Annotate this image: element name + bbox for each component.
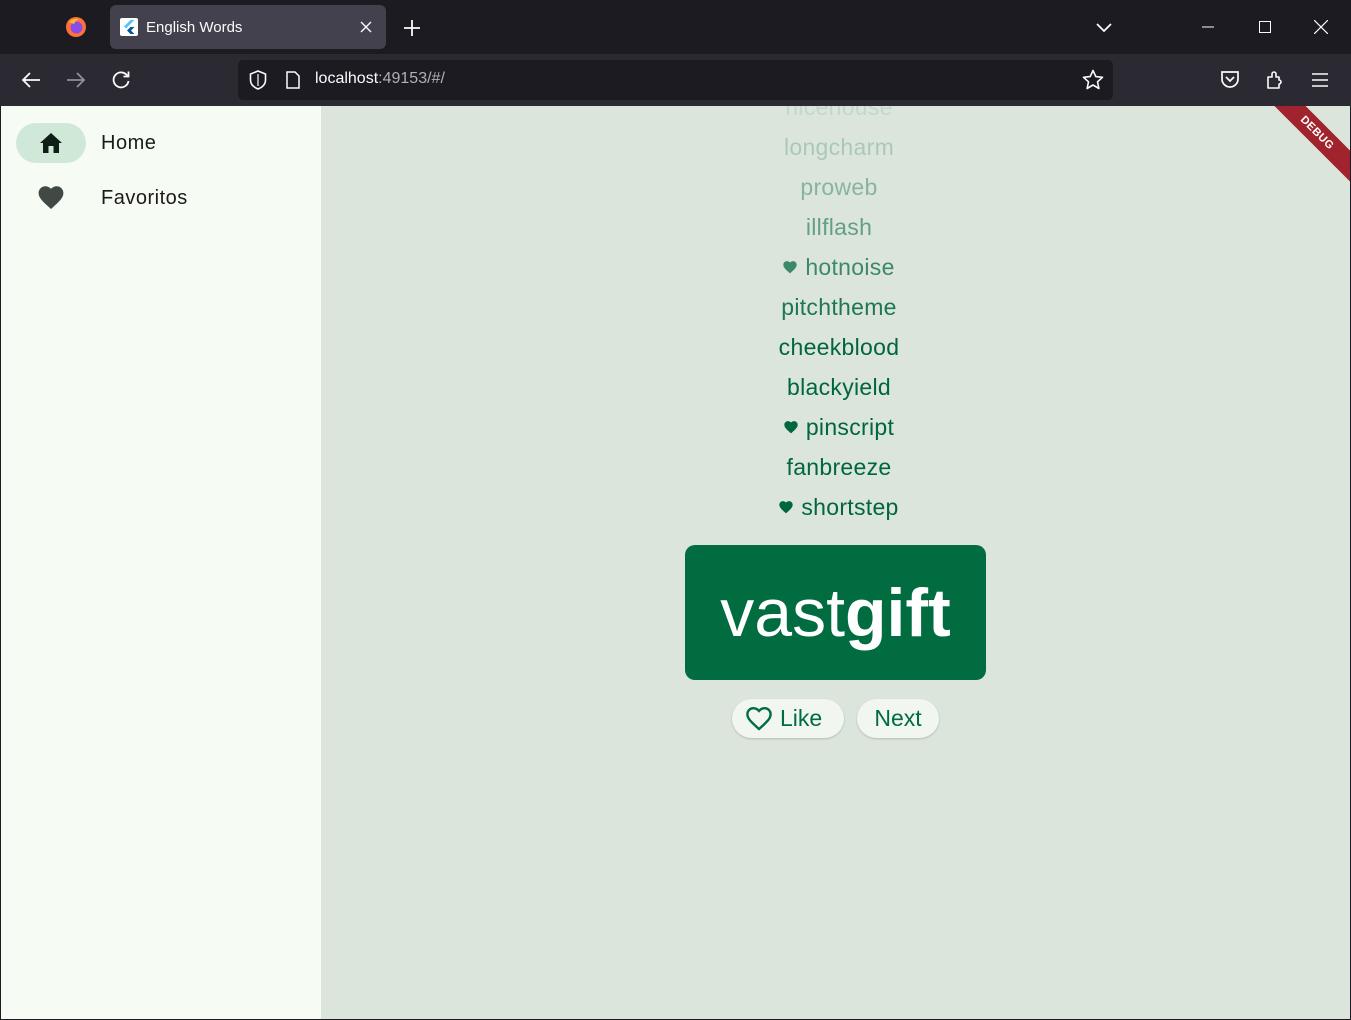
word-pair-card: vastgift bbox=[685, 545, 986, 680]
heart-icon bbox=[784, 420, 798, 434]
flutter-icon bbox=[120, 18, 138, 36]
rail-item-home[interactable]: Home bbox=[16, 123, 156, 163]
rail-indicator bbox=[16, 178, 86, 218]
like-button[interactable]: Like bbox=[732, 699, 844, 738]
page-info-icon[interactable] bbox=[282, 69, 304, 91]
history-item[interactable]: pitchtheme bbox=[321, 287, 1350, 327]
history-word: hotnoise bbox=[805, 253, 895, 280]
generator-page: nicehouse longcharm proweb illflash hotn… bbox=[321, 106, 1350, 1019]
app-viewport: Home Favoritos nicehouse longcharm prowe… bbox=[1, 106, 1350, 1019]
close-tab-icon[interactable] bbox=[354, 15, 378, 39]
maximize-icon[interactable] bbox=[1237, 0, 1293, 54]
history-word: longcharm bbox=[783, 133, 895, 160]
url-text[interactable]: localhost:49153/#/ bbox=[315, 70, 445, 88]
new-tab-icon[interactable] bbox=[398, 14, 426, 42]
back-arrow-icon[interactable] bbox=[16, 65, 46, 95]
history-item[interactable]: blackyield bbox=[321, 367, 1350, 407]
navigation-rail: Home Favoritos bbox=[1, 106, 321, 1019]
history-word: pitchtheme bbox=[781, 293, 897, 320]
shield-icon[interactable] bbox=[247, 69, 269, 91]
url-bar[interactable]: localhost:49153/#/ bbox=[238, 60, 1113, 100]
history-item[interactable]: nicehouse bbox=[321, 106, 1350, 127]
word-pair: vastgift bbox=[720, 574, 950, 652]
history-item[interactable]: hotnoise bbox=[321, 247, 1350, 287]
history-word: illflash bbox=[805, 213, 873, 240]
history-word: shortstep bbox=[801, 493, 899, 520]
tab-title: English Words bbox=[146, 18, 243, 36]
history-word: cheekblood bbox=[778, 333, 900, 360]
forward-arrow-icon[interactable] bbox=[61, 65, 91, 95]
history-list: nicehouse longcharm proweb illflash hotn… bbox=[321, 106, 1350, 526]
history-item[interactable]: proweb bbox=[321, 167, 1350, 207]
history-word: pinscript bbox=[805, 413, 895, 440]
history-item[interactable]: fanbreeze bbox=[321, 447, 1350, 487]
reload-icon[interactable] bbox=[106, 65, 136, 95]
history-word: nicehouse bbox=[785, 106, 893, 120]
browser-nav-bar: localhost:49153/#/ bbox=[0, 54, 1351, 106]
history-item[interactable]: illflash bbox=[321, 207, 1350, 247]
next-button[interactable]: Next bbox=[857, 699, 939, 738]
history-word: blackyield bbox=[787, 373, 891, 400]
rail-item-label: Favoritos bbox=[101, 186, 188, 209]
menu-icon[interactable] bbox=[1305, 65, 1335, 95]
rail-item-label: Home bbox=[101, 131, 157, 154]
next-label: Next bbox=[874, 705, 922, 731]
rail-indicator bbox=[16, 123, 86, 163]
history-item[interactable]: cheekblood bbox=[321, 327, 1350, 367]
history-word: fanbreeze bbox=[786, 453, 892, 480]
pocket-icon[interactable] bbox=[1215, 65, 1245, 95]
firefox-icon[interactable] bbox=[60, 12, 92, 42]
like-label: Like bbox=[780, 705, 823, 731]
close-window-icon[interactable] bbox=[1293, 0, 1349, 54]
url-host: localhost bbox=[315, 70, 379, 87]
chevron-down-icon[interactable] bbox=[1090, 14, 1118, 42]
history-item[interactable]: pinscript bbox=[321, 407, 1350, 447]
browser-tab-bar: English Words bbox=[0, 0, 1351, 54]
heart-outline-icon bbox=[746, 706, 772, 731]
heart-icon bbox=[779, 500, 794, 514]
heart-icon bbox=[783, 260, 797, 274]
home-icon bbox=[40, 133, 62, 153]
heart-icon bbox=[38, 186, 64, 209]
word-second: gift bbox=[845, 574, 951, 651]
url-path: :49153/#/ bbox=[378, 70, 445, 87]
bookmark-star-icon[interactable] bbox=[1081, 68, 1105, 92]
history-item[interactable]: longcharm bbox=[321, 127, 1350, 167]
browser-tab[interactable]: English Words bbox=[110, 5, 386, 49]
extensions-icon[interactable] bbox=[1260, 65, 1290, 95]
history-item[interactable]: shortstep bbox=[321, 487, 1350, 527]
minimize-icon[interactable] bbox=[1180, 0, 1236, 54]
word-first: vast bbox=[720, 574, 845, 651]
rail-item-favoritos[interactable]: Favoritos bbox=[16, 178, 188, 218]
history-word: proweb bbox=[800, 173, 878, 200]
